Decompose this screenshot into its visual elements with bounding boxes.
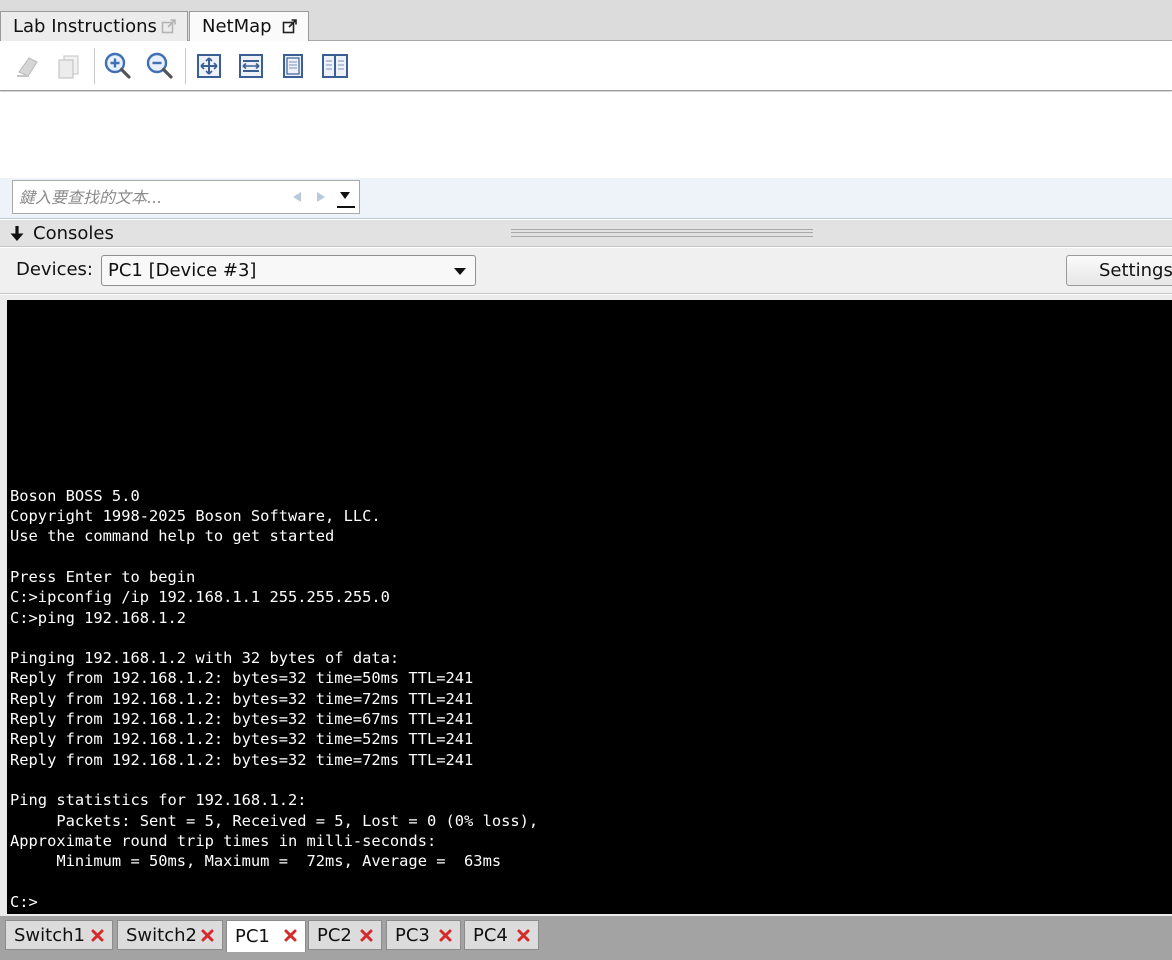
find-input[interactable] bbox=[19, 184, 281, 210]
zoom-out-icon[interactable] bbox=[143, 49, 177, 83]
lab-instructions-content bbox=[0, 92, 1172, 178]
device-tab-label: PC1 bbox=[235, 926, 270, 947]
tab-lab-instructions[interactable]: Lab Instructions bbox=[0, 11, 188, 41]
zoom-in-icon[interactable] bbox=[101, 49, 135, 83]
tab-label: NetMap bbox=[202, 16, 272, 37]
close-icon[interactable] bbox=[360, 929, 373, 942]
console-line: Reply from 192.168.1.2: bytes=32 time=67… bbox=[10, 710, 474, 729]
close-icon[interactable] bbox=[439, 929, 452, 942]
console-line: Reply from 192.168.1.2: bytes=32 time=72… bbox=[10, 750, 474, 769]
settings-button[interactable]: Settings... bbox=[1066, 255, 1172, 286]
devices-bar: Devices: PC1 [Device #3] Settings... bbox=[0, 248, 1172, 294]
tab-netmap[interactable]: NetMap bbox=[189, 11, 309, 41]
console-terminal[interactable]: Boson BOSS 5.0 Copyright 1998-2025 Boson … bbox=[7, 300, 1172, 914]
device-tab-label: Switch1 bbox=[14, 924, 85, 946]
console-line: C:>ping 192.168.1.2 bbox=[10, 608, 187, 627]
console-frame: Boson BOSS 5.0 Copyright 1998-2025 Boson … bbox=[0, 295, 1172, 916]
console-output: Boson BOSS 5.0 Copyright 1998-2025 Boson … bbox=[10, 486, 538, 912]
top-tab-bar: Lab Instructions NetMap bbox=[0, 0, 1172, 41]
consoles-title: Consoles bbox=[33, 223, 114, 244]
console-line: Reply from 192.168.1.2: bytes=32 time=72… bbox=[10, 689, 474, 708]
close-icon[interactable] bbox=[201, 929, 214, 942]
console-line: C:>ipconfig /ip 192.168.1.1 255.255.255.… bbox=[10, 588, 390, 607]
console-line: Ping statistics for 192.168.1.2: bbox=[10, 791, 307, 810]
close-icon[interactable] bbox=[284, 929, 297, 942]
find-box bbox=[12, 180, 360, 214]
external-link-icon[interactable] bbox=[161, 18, 177, 34]
find-bar bbox=[0, 178, 1172, 219]
console-line: C:> bbox=[10, 892, 38, 911]
tab-label: Lab Instructions bbox=[13, 16, 157, 37]
device-tab-label: PC3 bbox=[395, 924, 430, 946]
device-tab-label: PC2 bbox=[317, 924, 352, 946]
device-tab-label: PC4 bbox=[473, 924, 508, 946]
find-next-icon[interactable] bbox=[317, 192, 325, 202]
device-tab-pc1[interactable]: PC1 bbox=[226, 920, 306, 952]
console-line: Press Enter to begin bbox=[10, 567, 196, 586]
console-line: Reply from 192.168.1.2: bytes=32 time=50… bbox=[10, 669, 474, 688]
device-tab-switch2[interactable]: Switch2 bbox=[117, 920, 223, 950]
consoles-header[interactable]: Consoles bbox=[0, 220, 1172, 247]
arrow-down-icon[interactable] bbox=[9, 225, 25, 242]
console-line: Copyright 1998-2025 Boson Software, LLC. bbox=[10, 507, 381, 526]
splitter-grip[interactable] bbox=[511, 229, 813, 237]
console-line: Reply from 192.168.1.2: bytes=32 time=52… bbox=[10, 730, 474, 749]
console-line: Pinging 192.168.1.2 with 32 bytes of dat… bbox=[10, 649, 400, 668]
device-tab-switch1[interactable]: Switch1 bbox=[5, 920, 113, 950]
single-page-icon[interactable] bbox=[276, 49, 310, 83]
device-tab-bar: Switch1 Switch2 PC1 PC2 PC3 PC4 bbox=[0, 916, 1172, 960]
device-tab-label: Switch2 bbox=[126, 924, 197, 946]
chevron-down-icon bbox=[454, 268, 466, 275]
fit-width-icon[interactable] bbox=[234, 49, 268, 83]
toolbar bbox=[0, 41, 1172, 91]
console-line: Packets: Sent = 5, Received = 5, Lost = … bbox=[10, 811, 539, 830]
device-tab-pc4[interactable]: PC4 bbox=[464, 920, 539, 950]
console-line: Minimum = 50ms, Maximum = 72ms, Average … bbox=[10, 852, 502, 871]
two-page-icon[interactable] bbox=[318, 49, 352, 83]
devices-label: Devices: bbox=[16, 259, 94, 280]
toolbar-separator bbox=[94, 48, 95, 84]
external-link-icon[interactable] bbox=[282, 18, 298, 34]
fit-all-icon[interactable] bbox=[192, 49, 226, 83]
find-options-dropdown[interactable] bbox=[335, 185, 357, 211]
dropdown-underline bbox=[337, 206, 355, 208]
close-icon[interactable] bbox=[91, 929, 104, 942]
close-icon[interactable] bbox=[517, 929, 530, 942]
find-previous-icon[interactable] bbox=[293, 192, 301, 202]
copy-icon[interactable] bbox=[52, 49, 86, 83]
console-line: Approximate round trip times in milli-se… bbox=[10, 831, 437, 850]
device-select[interactable]: PC1 [Device #3] bbox=[101, 255, 476, 286]
console-line: Use the command help to get started bbox=[10, 527, 335, 546]
chevron-down-icon bbox=[340, 192, 350, 199]
eraser-icon[interactable] bbox=[10, 49, 44, 83]
toolbar-separator bbox=[185, 48, 186, 84]
device-tab-pc3[interactable]: PC3 bbox=[386, 920, 461, 950]
device-tab-pc2[interactable]: PC2 bbox=[308, 920, 382, 950]
device-select-value: PC1 [Device #3] bbox=[108, 260, 257, 281]
console-line: Boson BOSS 5.0 bbox=[10, 486, 140, 505]
